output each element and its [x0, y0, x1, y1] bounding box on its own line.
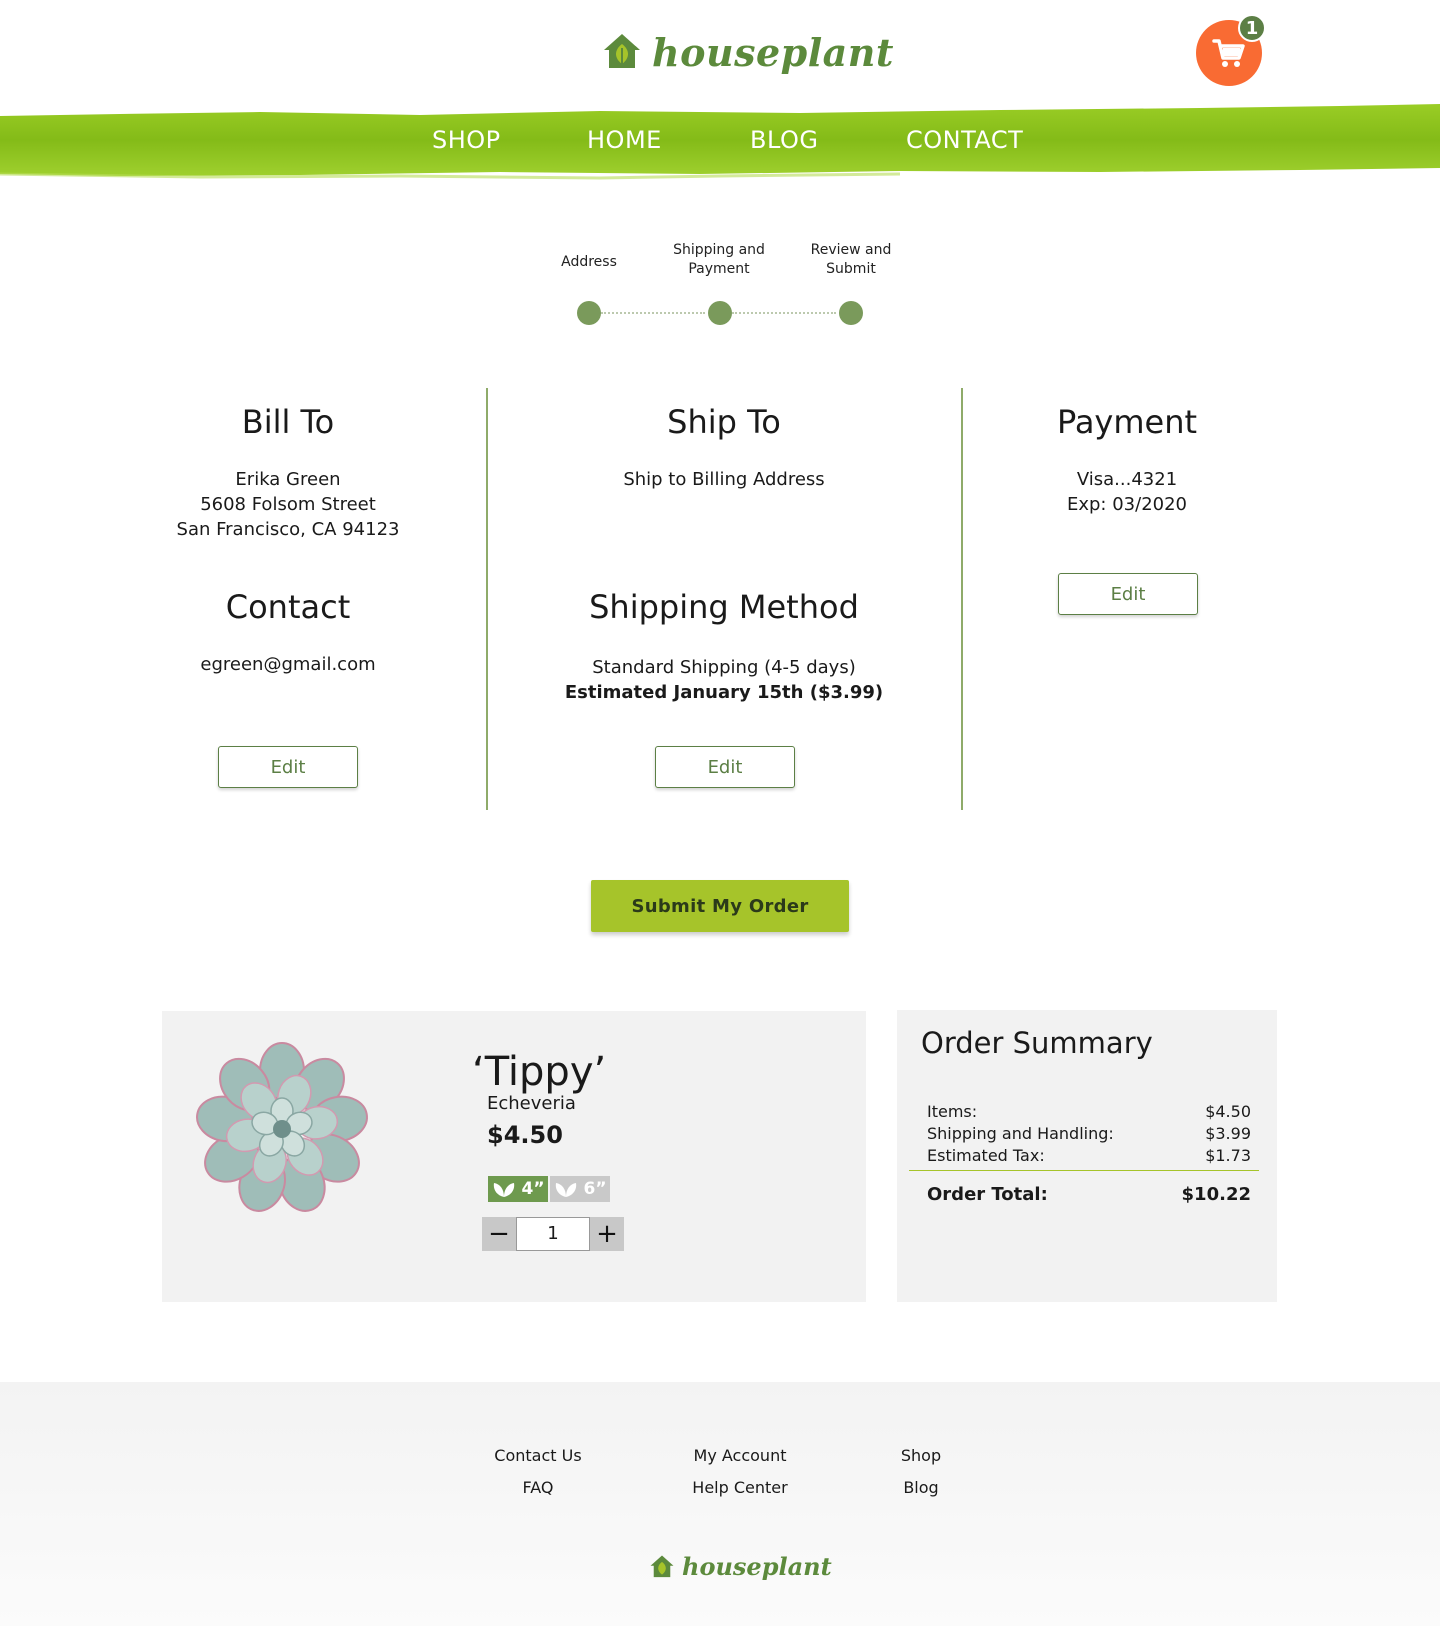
- summary-value: $1.73: [1205, 1146, 1251, 1165]
- footer-link-faq[interactable]: FAQ: [468, 1478, 608, 1497]
- step-connector: [601, 312, 705, 314]
- footer: Contact Us FAQ My Account Help Center Sh…: [0, 1382, 1440, 1626]
- quantity-increase-button[interactable]: +: [590, 1217, 624, 1251]
- edit-bill-contact-button[interactable]: Edit: [218, 746, 358, 788]
- summary-label: Items:: [927, 1102, 978, 1121]
- summary-label: Estimated Tax:: [927, 1146, 1045, 1165]
- nav-home[interactable]: HOME: [587, 126, 662, 154]
- step-dot-shipping-payment[interactable]: [708, 301, 732, 325]
- column-divider: [486, 388, 488, 810]
- size-option-6in[interactable]: 6”: [550, 1176, 610, 1202]
- nav-shop[interactable]: SHOP: [432, 126, 501, 154]
- step-dot-review-submit[interactable]: [839, 301, 863, 325]
- main-nav: SHOP HOME BLOG CONTACT: [0, 104, 1440, 180]
- bill-to-address: Erika Green 5608 Folsom Street San Franc…: [138, 467, 438, 542]
- bill-to-city: San Francisco, CA 94123: [176, 519, 400, 540]
- footer-link-shop[interactable]: Shop: [851, 1446, 991, 1465]
- payment-details: Visa...4321 Exp: 03/2020: [977, 467, 1277, 517]
- item-name[interactable]: ‘Tippy’: [472, 1049, 606, 1095]
- payment-exp: Exp: 03/2020: [1066, 494, 1187, 515]
- item-price: $4.50: [487, 1121, 563, 1149]
- order-total-value: $10.22: [1181, 1184, 1251, 1205]
- footer-logo-text: houseplant: [682, 1552, 832, 1581]
- footer-link-my-account[interactable]: My Account: [670, 1446, 810, 1465]
- edit-payment-button[interactable]: Edit: [1058, 573, 1198, 615]
- leaf-icon: [556, 1183, 577, 1197]
- house-leaf-icon: [604, 34, 640, 68]
- shopping-cart-icon: [1212, 39, 1245, 67]
- step-dot-address[interactable]: [577, 301, 601, 325]
- shipping-method-line: Standard Shipping (4-5 days): [592, 657, 856, 678]
- shipping-method-title: Shipping Method: [589, 588, 859, 626]
- size-label: 6”: [583, 1179, 607, 1199]
- order-total-row: Order Total: $10.22: [927, 1184, 1251, 1205]
- item-type: Echeveria: [487, 1093, 576, 1114]
- step-connector: [732, 312, 836, 314]
- nav-blog[interactable]: BLOG: [750, 126, 818, 154]
- nav-contact[interactable]: CONTACT: [906, 126, 1023, 154]
- quantity-stepper: − 1 +: [482, 1217, 624, 1251]
- bill-to-title: Bill To: [241, 403, 335, 441]
- ship-to-text: Ship to Billing Address: [623, 469, 825, 490]
- footer-link-contact-us[interactable]: Contact Us: [468, 1446, 608, 1465]
- summary-divider: [909, 1170, 1259, 1171]
- order-summary-title: Order Summary: [921, 1026, 1153, 1060]
- site-logo[interactable]: houseplant: [600, 24, 894, 80]
- submit-order-button[interactable]: Submit My Order: [591, 880, 849, 932]
- order-total-label: Order Total:: [927, 1184, 1048, 1205]
- size-option-4in[interactable]: 4”: [488, 1176, 548, 1202]
- summary-row-tax: Estimated Tax: $1.73: [927, 1146, 1251, 1165]
- size-label: 4”: [521, 1179, 545, 1199]
- quantity-decrease-button[interactable]: −: [482, 1217, 516, 1251]
- step-label-shipping-payment: Shipping and Payment: [673, 242, 765, 277]
- column-divider: [961, 388, 963, 810]
- cart-count-badge: 1: [1238, 14, 1266, 42]
- footer-link-blog[interactable]: Blog: [851, 1478, 991, 1497]
- shipping-method-details: Standard Shipping (4-5 days) Estimated J…: [544, 655, 904, 705]
- summary-label: Shipping and Handling:: [927, 1124, 1114, 1143]
- quantity-input[interactable]: 1: [516, 1217, 590, 1251]
- shipping-estimate: Estimated January 15th ($3.99): [564, 682, 884, 703]
- summary-value: $4.50: [1205, 1102, 1251, 1121]
- payment-card: Visa...4321: [1076, 469, 1178, 490]
- step-label-review-submit: Review and Submit: [810, 242, 892, 277]
- bill-to-street: 5608 Folsom Street: [200, 494, 376, 515]
- ship-to-title: Ship To: [667, 403, 781, 441]
- footer-logo[interactable]: houseplant: [648, 1552, 832, 1581]
- summary-row-items: Items: $4.50: [927, 1102, 1251, 1121]
- leaf-icon: [494, 1183, 515, 1197]
- house-leaf-icon: [650, 1555, 674, 1577]
- summary-row-shipping: Shipping and Handling: $3.99: [927, 1124, 1251, 1143]
- edit-shipping-button[interactable]: Edit: [655, 746, 795, 788]
- bill-to-name: Erika Green: [235, 469, 341, 490]
- summary-value: $3.99: [1205, 1124, 1251, 1143]
- logo-text: houseplant: [652, 29, 894, 75]
- contact-email: egreen@gmail.com: [200, 654, 376, 675]
- succulent-product-image: [196, 1042, 368, 1212]
- cart-item-card: ‘Tippy’ Echeveria $4.50 4” 6” − 1 +: [162, 1011, 866, 1302]
- step-label-address: Address: [561, 254, 617, 270]
- payment-title: Payment: [1056, 403, 1198, 441]
- contact-title: Contact: [225, 588, 351, 626]
- order-summary: Order Summary Items: $4.50 Shipping and …: [897, 1010, 1277, 1302]
- footer-link-help-center[interactable]: Help Center: [670, 1478, 810, 1497]
